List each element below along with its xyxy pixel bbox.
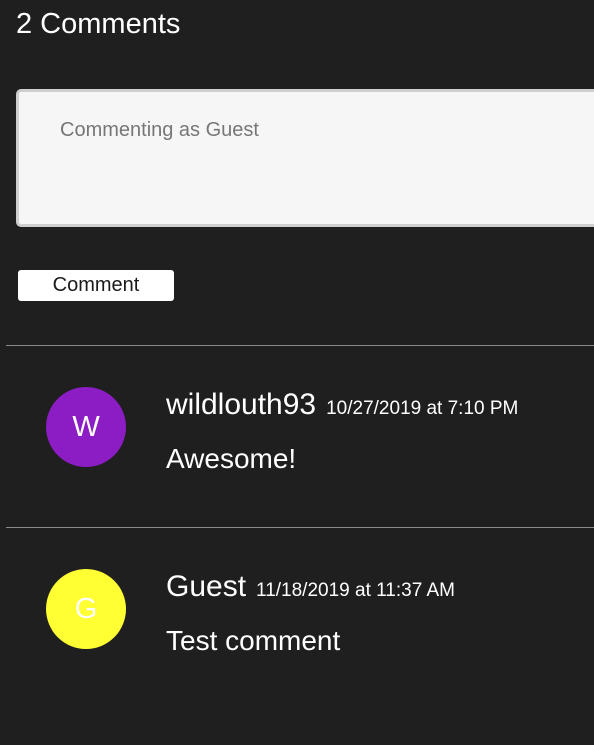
- comment-submit-button[interactable]: Comment: [18, 270, 174, 301]
- comment-author: wildlouth93: [166, 388, 317, 421]
- comment-input-box[interactable]: [16, 89, 594, 227]
- avatar: W: [46, 387, 126, 467]
- comment-item: W wildlouth93 10/27/2019 at 7:10 PM Aweso…: [0, 346, 594, 474]
- avatar: G: [46, 569, 126, 649]
- comment-header: Guest 11/18/2019 at 11:37 AM: [166, 569, 455, 605]
- comments-count-title: 2 Comments: [16, 8, 181, 40]
- comments-section: 2 Comments Comment W wildlouth93 10/27/20…: [0, 0, 594, 745]
- comment-text: Awesome!: [166, 443, 297, 474]
- comment-item: G Guest 11/18/2019 at 11:37 AM Test comme…: [0, 528, 594, 656]
- comment-header: wildlouth93 10/27/2019 at 7:10 PM: [166, 387, 518, 423]
- comment-text: Test comment: [166, 625, 341, 656]
- comment-input[interactable]: [19, 92, 594, 224]
- comment-timestamp: 11/18/2019 at 11:37 AM: [256, 580, 455, 601]
- comment-timestamp: 10/27/2019 at 7:10 PM: [326, 398, 519, 419]
- comment-author: Guest: [166, 570, 247, 603]
